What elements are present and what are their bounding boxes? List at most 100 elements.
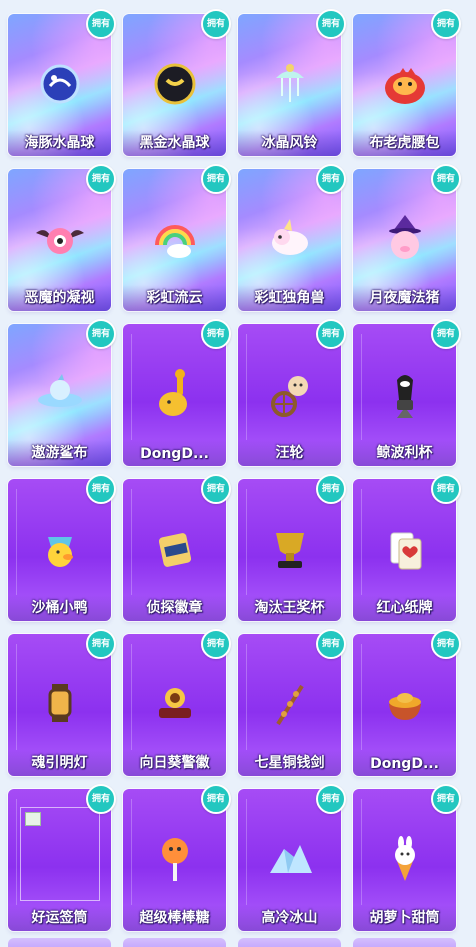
owned-badge: 拥有 [431,164,461,194]
collection-card[interactable]: 拥有黑金水晶球 [123,9,231,156]
playing-card-icon [375,519,435,579]
card-label: 彩虹流云 [146,290,203,306]
collection-card[interactable]: 拥有 DongD... [123,319,231,466]
collection-card[interactable]: 拥有淘汰王奖杯 [238,474,346,621]
owned-badge: 拥有 [201,784,231,814]
owned-badge: 拥有 [316,629,346,659]
collection-card[interactable]: 拥有胡萝卜甜筒 [353,784,461,931]
black-gold-orb-icon [145,54,205,114]
detective-badge-icon [145,519,205,579]
collection-card[interactable]: 拥有布老虎腰包 [353,9,461,156]
unicorn-icon [260,209,320,269]
lantern-icon [30,674,90,734]
card-label: 侦探徽章 [146,600,203,616]
shark-ufo-icon [30,364,90,424]
collection-card[interactable]: 拥有好运签筒 [8,784,116,931]
owned-badge: 拥有 [86,474,116,504]
owned-badge: 拥有 [316,474,346,504]
collection-card[interactable]: 拥有彩虹独角兽 [238,164,346,311]
owned-badge: 拥有 [431,474,461,504]
card-label: 淘汰王奖杯 [254,600,325,616]
collection-card[interactable]: 拥有恶魔的凝视 [8,164,116,311]
owned-badge: 拥有 [316,164,346,194]
collection-card[interactable]: 拥有侦探徽章 [123,474,231,621]
owned-badge: 拥有 [201,164,231,194]
card-label: 魂引明灯 [31,755,88,771]
owned-badge: 拥有 [201,474,231,504]
card-label: DongD... [370,756,439,772]
collection-card[interactable]: 拥有魂引明灯 [8,629,116,776]
card-label: 七星铜钱剑 [254,755,325,771]
collection-card[interactable]: 拥有向日葵警徽 [123,629,231,776]
owned-badge: 拥有 [86,9,116,39]
collection-card[interactable]: 拥有鲸波利杯 [353,319,461,466]
collection-card[interactable]: 拥有高冷冰山 [238,784,346,931]
collection-card[interactable]: 拥有汪轮 [238,319,346,466]
card-label: 沙桶小鸭 [31,600,88,616]
ice-cream-icon [375,829,435,889]
owned-badge: 拥有 [86,319,116,349]
card-label: 海豚水晶球 [24,135,95,151]
card-label: 布老虎腰包 [369,135,440,151]
card-label: 胡萝卜甜筒 [369,910,440,926]
magic-pig-icon [375,209,435,269]
owned-badge: 拥有 [201,9,231,39]
card-label: 冰晶风铃 [261,135,318,151]
dog-wheel-icon [260,364,320,424]
sunflower-badge-icon [145,674,205,734]
next-row-card [8,938,111,947]
next-row-card [123,938,226,947]
card-label: 汪轮 [275,445,304,461]
orca-cup-icon [375,364,435,424]
wind-chime-icon [260,54,320,114]
crystal-ball-icon [30,54,90,114]
card-label: 高冷冰山 [261,910,318,926]
tiger-bag-icon [375,54,435,114]
rattle-icon [145,364,205,424]
card-label: 好运签筒 [31,910,88,926]
owned-badge: 拥有 [431,319,461,349]
owned-badge: 拥有 [316,784,346,814]
owned-badge: 拥有 [86,164,116,194]
iceberg-icon [260,829,320,889]
collection-card[interactable]: 拥有超级棒棒糖 [123,784,231,931]
owned-badge: 拥有 [316,9,346,39]
collection-card[interactable]: 拥有沙桶小鸭 [8,474,116,621]
owned-badge: 拥有 [431,784,461,814]
devil-eye-icon [30,209,90,269]
card-label: 恶魔的凝视 [24,290,95,306]
card-label: 鲸波利杯 [376,445,433,461]
collection-card[interactable]: 拥有遨游鲨布 [8,319,116,466]
card-label: 向日葵警徽 [139,755,210,771]
card-label: 月夜魔法猪 [369,290,440,306]
collection-card[interactable]: 拥有 DongD... [353,629,461,776]
duck-bucket-icon [30,519,90,579]
card-label: 黑金水晶球 [139,135,210,151]
card-label: 遨游鲨布 [31,445,88,461]
owned-badge: 拥有 [316,319,346,349]
owned-badge: 拥有 [201,629,231,659]
collection-card[interactable]: 拥有冰晶风铃 [238,9,346,156]
collection-card[interactable]: 拥有七星铜钱剑 [238,629,346,776]
card-label: 超级棒棒糖 [139,910,210,926]
card-label: DongD... [140,446,209,462]
lollipop-icon [145,829,205,889]
card-label: 红心纸牌 [376,600,433,616]
collection-card[interactable]: 拥有红心纸牌 [353,474,461,621]
collection-card[interactable]: 拥有月夜魔法猪 [353,164,461,311]
rainbow-cloud-icon [145,209,205,269]
next-row-card [353,938,456,947]
owned-badge: 拥有 [86,784,116,814]
honey-bowl-icon [375,674,435,734]
next-row-card [238,938,341,947]
coin-sword-icon [260,674,320,734]
owned-badge: 拥有 [201,319,231,349]
collection-grid: 拥有 海豚水晶球 拥有 黑金水晶球 拥有 冰晶风铃 拥有 布老虎腰包 拥有 恶魔的凝视 拥有 彩虹流云… [8,9,461,931]
owned-badge: 拥有 [431,629,461,659]
collection-card[interactable]: 拥有海豚水晶球 [8,9,116,156]
collection-card[interactable]: 拥有彩虹流云 [123,164,231,311]
broken-image-icon [20,807,100,901]
owned-badge: 拥有 [86,629,116,659]
owned-badge: 拥有 [431,9,461,39]
card-label: 彩虹独角兽 [254,290,325,306]
